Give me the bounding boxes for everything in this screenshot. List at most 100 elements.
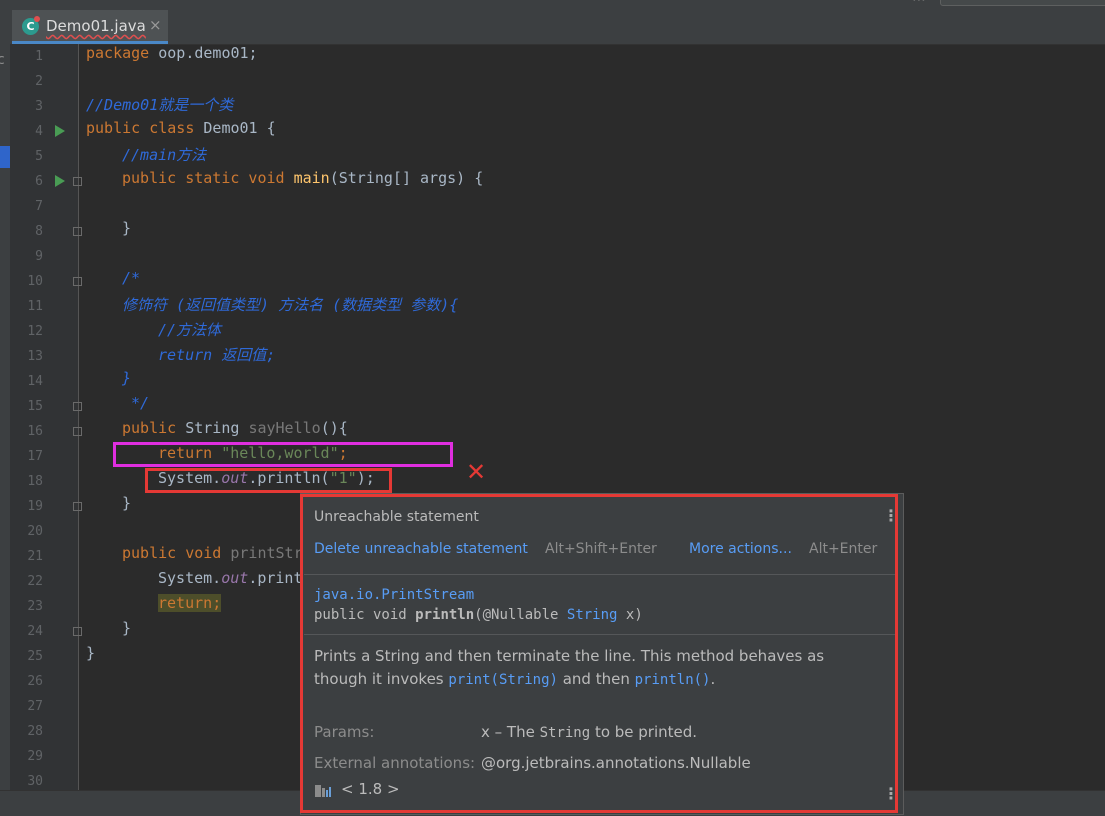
line-number: 17	[27, 449, 43, 464]
line-number: 2	[35, 74, 43, 89]
unused-method-name: sayHello	[248, 419, 321, 437]
line-number: 13	[27, 349, 43, 364]
line-number: 16	[27, 424, 43, 439]
fold-icon[interactable]	[73, 627, 82, 636]
code-line-16: public String sayHello(){	[122, 419, 348, 444]
sig-type-link[interactable]: String	[567, 607, 618, 623]
code-line-22: System.out.print	[158, 569, 303, 594]
param-text: to be printed.	[590, 723, 698, 741]
code-line-10: /*	[122, 269, 141, 287]
line-number: 25	[27, 649, 43, 664]
line-number: 14	[27, 374, 43, 389]
fold-icon[interactable]	[73, 277, 82, 286]
sig-text: (@Nullable	[474, 607, 567, 623]
inspection-popup: Unreachable statement ⋮ Delete unreachab…	[300, 493, 904, 815]
line-number: 6	[35, 174, 43, 189]
code-line-1: package oop.demo01;	[86, 44, 258, 69]
sig-text: public void	[314, 607, 416, 623]
delete-unreachable-action[interactable]: Delete unreachable statement	[314, 541, 528, 557]
code-line-4: public class Demo01 {	[86, 119, 276, 144]
code-line-14: }	[122, 369, 132, 387]
code-text: (){	[320, 419, 348, 437]
doc-link[interactable]: print(String)	[448, 672, 558, 688]
code-line-5: //main方法	[122, 146, 207, 164]
code-line-12: //方法体	[158, 321, 222, 339]
library-icon	[315, 785, 331, 797]
param-text: x – The	[481, 723, 540, 741]
run-class-icon[interactable]	[55, 125, 65, 137]
line-number: 27	[27, 699, 43, 714]
code-text: System.	[158, 569, 222, 587]
line-number: 30	[27, 774, 43, 789]
code-line-19: }	[122, 494, 132, 512]
params-label: Params:	[314, 723, 375, 741]
line-number: 21	[27, 549, 43, 564]
fold-icon[interactable]	[73, 177, 82, 186]
highlight-box-return	[113, 442, 453, 467]
line-number: 22	[27, 574, 43, 589]
shortcut-label: Alt+Shift+Enter	[545, 541, 657, 557]
keyword: public void	[122, 544, 222, 562]
keyword: package	[86, 44, 150, 62]
class-link[interactable]: java.io.PrintStream	[314, 587, 474, 603]
fold-icon[interactable]	[73, 402, 82, 411]
code-line-25: }	[86, 644, 96, 662]
code-line-8: }	[122, 219, 132, 237]
line-number: 15	[27, 399, 43, 414]
line-number: 24	[27, 624, 43, 639]
search-input[interactable]	[940, 0, 1105, 6]
highlight-box-println	[145, 468, 392, 493]
line-number: 7	[35, 199, 43, 214]
line-number: 23	[27, 599, 43, 614]
keyword: public class	[86, 119, 195, 137]
code-line-21: public void printStr	[122, 544, 303, 569]
sig-text: x)	[617, 607, 643, 623]
line-number: 8	[35, 224, 43, 239]
line-number: 1	[35, 49, 43, 64]
jdk-version[interactable]: < 1.8 >	[341, 780, 400, 798]
keyword: public	[122, 419, 177, 437]
line-number: 12	[27, 324, 43, 339]
more-options-icon[interactable]: ⋮	[883, 506, 899, 525]
keyword: public static void	[122, 169, 285, 187]
editor-tab-bar: ⋯ C Demo01.java ×	[0, 0, 1105, 45]
project-letter: c	[0, 52, 5, 68]
more-icon[interactable]: ⋯	[912, 0, 926, 8]
more-actions-link[interactable]: More actions...	[689, 541, 792, 557]
keyword: return	[158, 594, 213, 612]
line-number: 5	[35, 149, 43, 164]
external-annotations-label: External annotations:	[314, 754, 476, 772]
line-number: 10	[27, 274, 43, 289]
java-class-icon: C	[22, 16, 40, 35]
code-line-6: public static void main(String[] args) {	[122, 169, 483, 194]
code-text: .print	[248, 569, 303, 587]
code-text: Demo01 {	[194, 119, 276, 137]
param-type: String	[539, 725, 591, 741]
fold-icon[interactable]	[73, 502, 82, 511]
fold-icon[interactable]	[73, 227, 82, 236]
line-number: 28	[27, 724, 43, 739]
method-name: main	[293, 169, 330, 187]
line-gutter: 1 2 3 4 5 6 7 8 9 10 11 12 13 14 15 16 1…	[10, 44, 82, 790]
line-number: 11	[27, 299, 43, 314]
more-options-icon[interactable]: ⋮	[883, 784, 899, 803]
code-text: String	[176, 419, 249, 437]
code-line-13: return 返回值;	[158, 346, 276, 364]
run-main-icon[interactable]	[55, 175, 65, 187]
code-line-24: }	[122, 619, 132, 637]
line-number: 19	[27, 499, 43, 514]
close-icon[interactable]: ×	[149, 16, 162, 34]
unused-method-name: printStr	[230, 544, 303, 562]
left-tool-strip: c	[0, 44, 10, 790]
tab-demo01-java[interactable]: C Demo01.java ×	[12, 10, 168, 44]
code-line-15: */	[122, 394, 150, 412]
line-number: 20	[27, 524, 43, 539]
doc-link[interactable]: println()	[635, 672, 711, 688]
code-line-3: //Demo01就是一个类	[86, 96, 234, 114]
external-annotations-value: @org.jetbrains.annotations.Nullable	[481, 754, 751, 772]
method-signature: public void println(@Nullable String x)	[314, 607, 643, 623]
fold-icon[interactable]	[73, 427, 82, 436]
popup-title: Unreachable statement	[314, 509, 479, 525]
line-number: 9	[35, 249, 43, 264]
selection-marker	[0, 146, 10, 168]
